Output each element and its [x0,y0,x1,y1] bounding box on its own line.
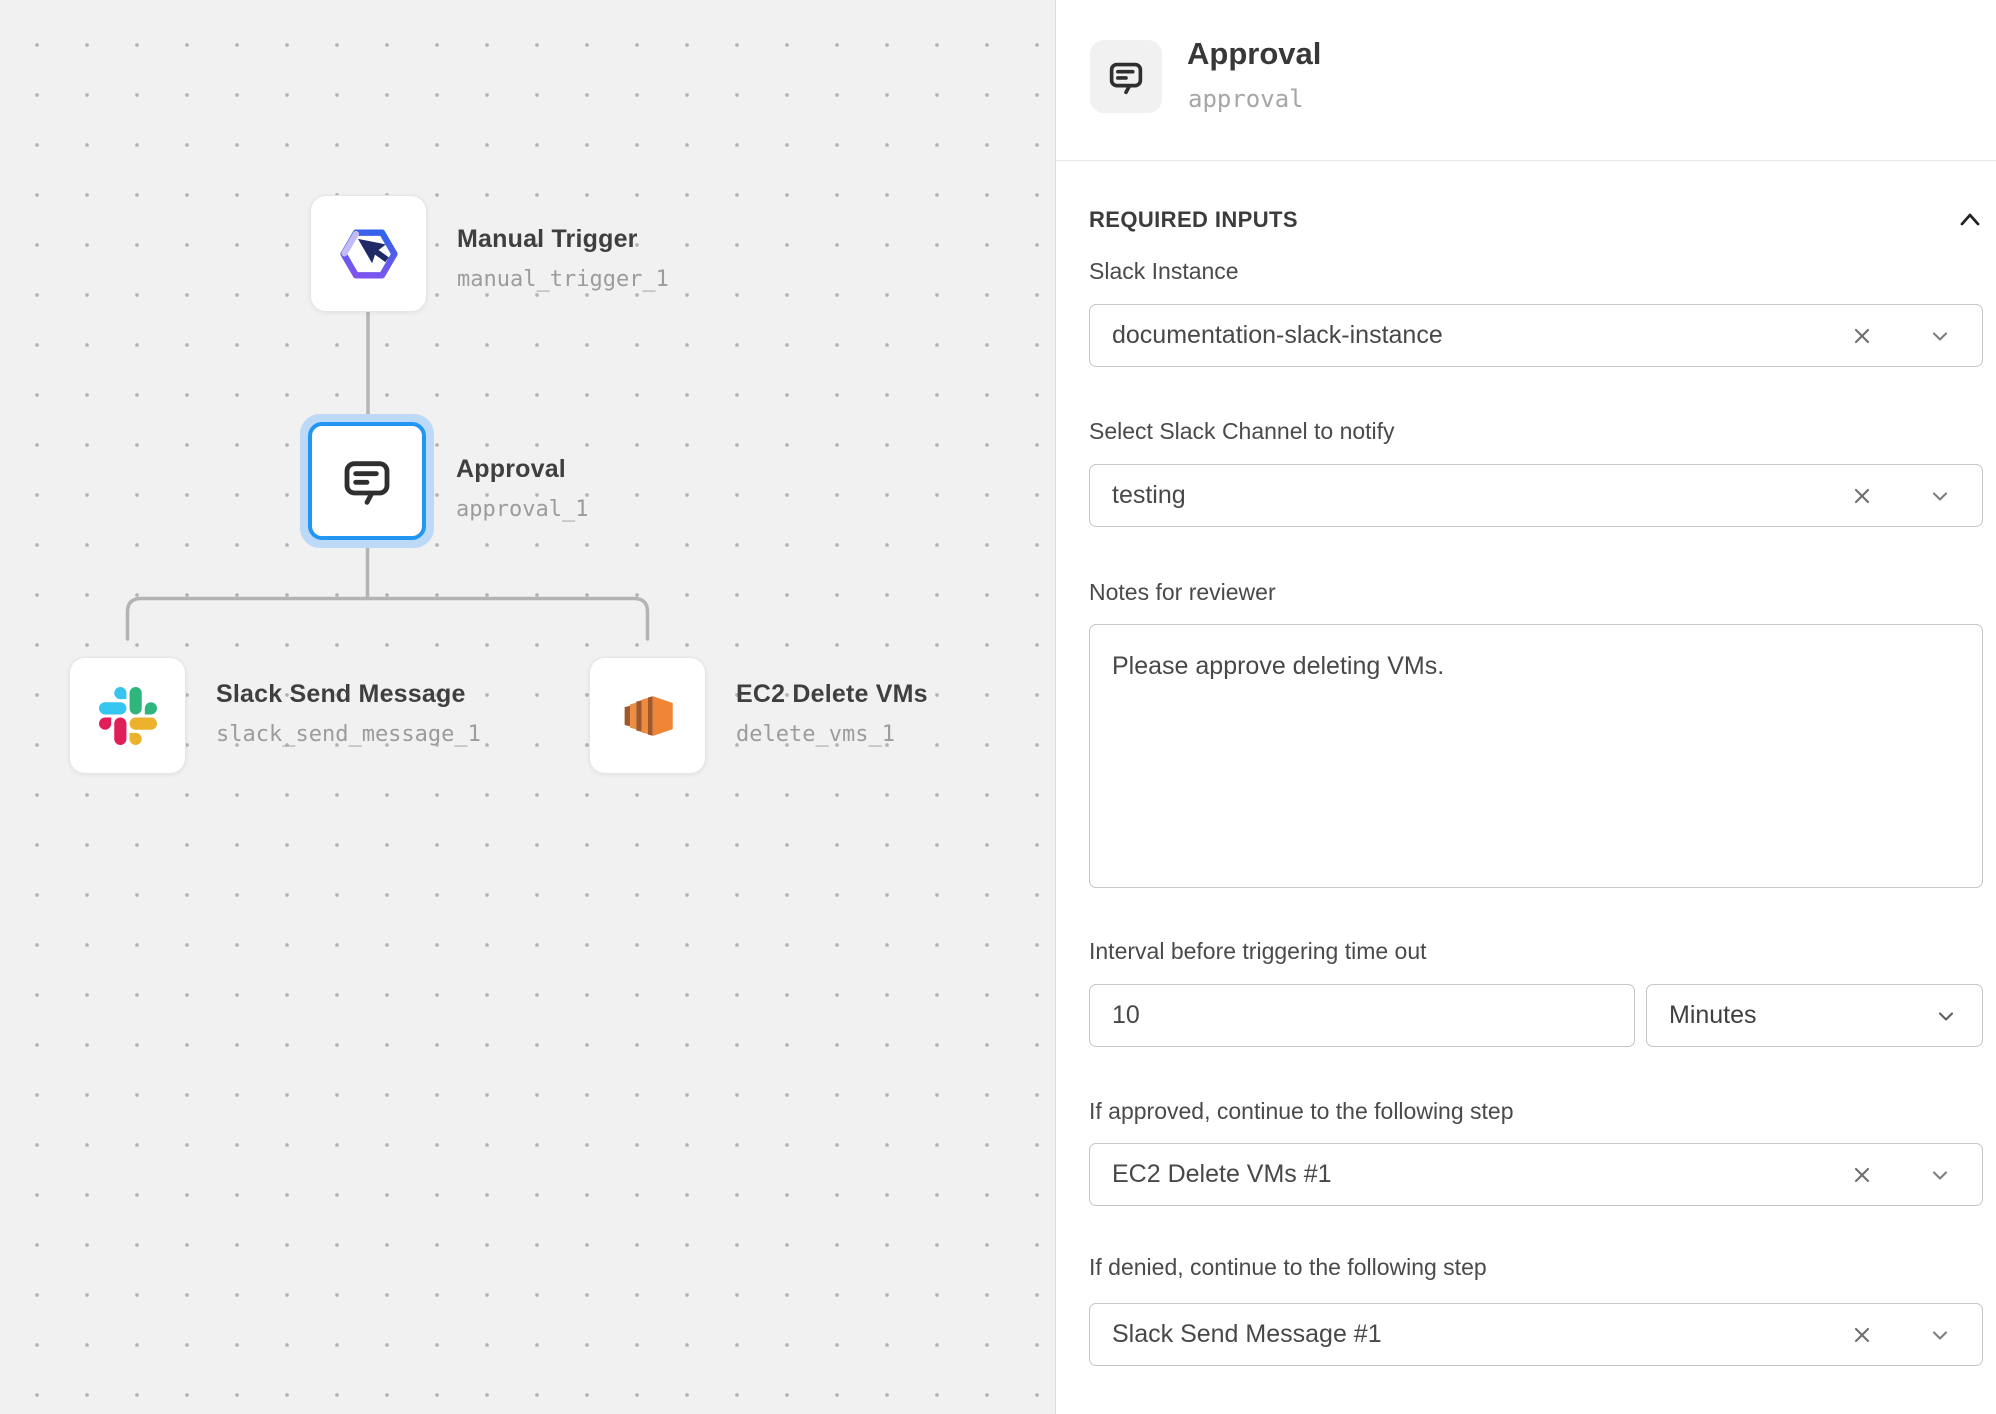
manual-trigger-hexagon-cursor-icon [336,221,402,287]
node-title: EC2 Delete VMs [736,680,928,708]
node-id: approval_1 [456,497,588,522]
node-label-slack-send-message: Slack Send Message slack_send_message_1 [216,680,481,747]
interval-value: 10 [1112,1001,1604,1030]
section-title: REQUIRED INPUTS [1089,207,1298,233]
chevron-down-icon[interactable] [1928,1163,1952,1187]
if-approved-step-select[interactable]: EC2 Delete VMs #1 [1089,1143,1983,1206]
workflow-canvas[interactable]: Manual Trigger manual_trigger_1 Approval… [0,0,1055,1414]
field-label-interval: Interval before triggering time out [1089,938,1427,965]
interval-unit-select[interactable]: Minutes [1646,984,1983,1047]
clear-icon[interactable] [1850,484,1874,508]
required-inputs-section-header[interactable]: REQUIRED INPUTS [1089,204,1983,236]
approval-comment-icon [335,449,399,513]
approval-comment-icon [1103,54,1149,100]
panel-header-icon-tile [1090,40,1162,113]
node-manual-trigger[interactable] [310,195,427,312]
chevron-up-icon[interactable] [1957,207,1983,233]
node-title: Manual Trigger [457,225,669,253]
node-id: manual_trigger_1 [457,267,669,292]
panel-subtitle: approval [1188,85,1304,113]
field-label-if-denied: If denied, continue to the following ste… [1089,1254,1487,1281]
node-title: Approval [456,455,588,483]
if-denied-step-select[interactable]: Slack Send Message #1 [1089,1303,1983,1366]
field-label-slack-channel: Select Slack Channel to notify [1089,418,1395,445]
if-denied-value: Slack Send Message #1 [1112,1320,1850,1349]
properties-panel: Approval approval REQUIRED INPUTS Slack … [1055,0,1996,1414]
interval-unit-value: Minutes [1669,1001,1934,1030]
field-label-if-approved: If approved, continue to the following s… [1089,1098,1514,1125]
node-slack-send-message[interactable] [69,657,186,774]
if-approved-value: EC2 Delete VMs #1 [1112,1160,1850,1189]
notes-textarea[interactable]: Please approve deleting VMs. [1089,624,1983,888]
notes-value: Please approve deleting VMs. [1112,652,1952,681]
node-ec2-delete-vms[interactable] [589,657,706,774]
node-id: slack_send_message_1 [216,722,481,747]
panel-title: Approval [1187,36,1321,72]
chevron-down-icon[interactable] [1928,324,1952,348]
node-approval-selection-halo[interactable] [300,414,434,548]
clear-icon[interactable] [1850,324,1874,348]
interval-number-input[interactable]: 10 [1089,984,1635,1047]
slack-channel-value: testing [1112,481,1850,510]
slack-channel-select[interactable]: testing [1089,464,1983,527]
aws-ec2-icon [615,683,681,749]
node-label-approval: Approval approval_1 [456,455,588,522]
panel-header-divider [1056,160,1996,161]
field-label-notes: Notes for reviewer [1089,579,1276,606]
node-id: delete_vms_1 [736,722,928,747]
clear-icon[interactable] [1850,1323,1874,1347]
chevron-down-icon[interactable] [1928,1323,1952,1347]
chevron-down-icon[interactable] [1928,484,1952,508]
clear-icon[interactable] [1850,1163,1874,1187]
node-label-manual-trigger: Manual Trigger manual_trigger_1 [457,225,669,292]
node-approval[interactable] [308,422,426,540]
field-label-slack-instance: Slack Instance [1089,258,1239,285]
slack-instance-select[interactable]: documentation-slack-instance [1089,304,1983,367]
slack-instance-value: documentation-slack-instance [1112,321,1850,350]
chevron-down-icon[interactable] [1934,1004,1958,1028]
node-label-ec2-delete-vms: EC2 Delete VMs delete_vms_1 [736,680,928,747]
slack-logo-icon [99,687,157,745]
node-title: Slack Send Message [216,680,481,708]
